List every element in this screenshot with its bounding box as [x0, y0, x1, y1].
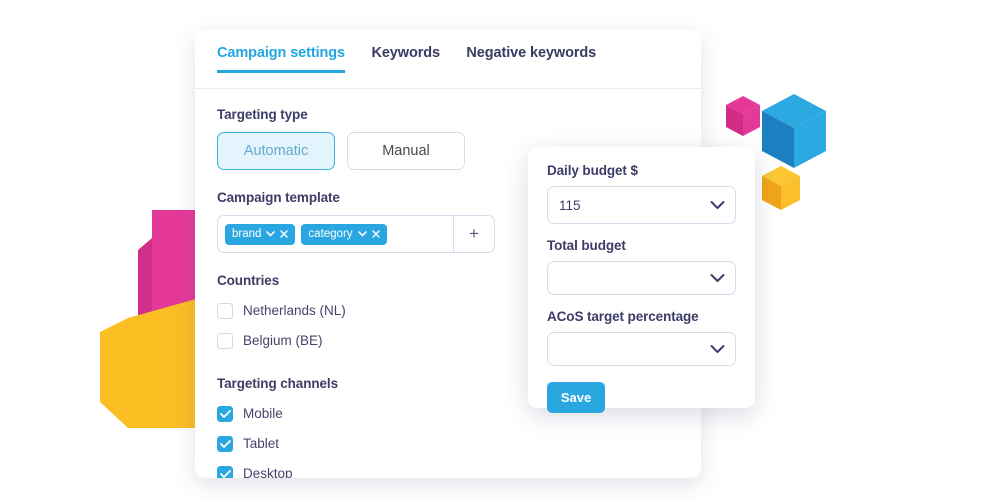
add-template-button[interactable]: + [453, 216, 494, 252]
channel-label-desktop: Desktop [243, 466, 293, 478]
country-label-netherlands: Netherlands (NL) [243, 303, 346, 318]
channel-checkbox-desktop[interactable]: Desktop [217, 461, 679, 478]
tab-keywords[interactable]: Keywords [371, 45, 440, 73]
daily-budget-select[interactable]: 115 [547, 186, 736, 224]
total-budget-select[interactable] [547, 261, 736, 295]
targeting-type-manual-button[interactable]: Manual [347, 132, 465, 170]
screenshot-canvas: Campaign settings Keywords Negative keyw… [0, 0, 1000, 500]
daily-budget-label: Daily budget $ [547, 163, 638, 178]
close-icon[interactable] [280, 230, 289, 238]
channel-checkbox-tablet[interactable]: Tablet [217, 431, 679, 456]
checkbox-unchecked-icon[interactable] [217, 302, 233, 319]
tab-negative-keywords[interactable]: Negative keywords [466, 45, 596, 73]
country-label-belgium: Belgium (BE) [243, 333, 323, 348]
chevron-down-icon[interactable] [710, 345, 725, 354]
chevron-down-icon[interactable] [357, 231, 367, 237]
budget-panel: Daily budget $ 115 Total budget ACoS tar… [528, 147, 755, 413]
campaign-template-field[interactable]: brand category + [217, 215, 495, 253]
campaign-template-tag-list: brand category [218, 216, 453, 252]
tab-campaign-settings[interactable]: Campaign settings [217, 45, 345, 73]
close-icon[interactable] [371, 230, 380, 238]
chevron-down-icon[interactable] [266, 231, 276, 237]
acos-target-label: ACoS target percentage [547, 309, 699, 324]
blue-cube-decoration [762, 94, 826, 168]
checkbox-checked-icon[interactable] [217, 465, 233, 478]
channel-label-tablet: Tablet [243, 436, 280, 451]
channel-label-mobile: Mobile [243, 406, 283, 421]
yellow-cube-decoration [762, 166, 800, 210]
total-budget-label: Total budget [547, 238, 626, 253]
checkbox-unchecked-icon[interactable] [217, 332, 233, 349]
template-tag-brand[interactable]: brand [225, 223, 296, 245]
template-tag-category[interactable]: category [301, 223, 387, 245]
template-tag-category-label: category [308, 228, 353, 240]
daily-budget-value: 115 [559, 197, 581, 213]
pink-cube-decoration [726, 96, 760, 136]
checkbox-checked-icon[interactable] [217, 435, 233, 452]
targeting-type-label: Targeting type [217, 107, 308, 122]
acos-target-select[interactable] [547, 332, 736, 366]
targeting-type-automatic-button[interactable]: Automatic [217, 132, 335, 170]
chevron-down-icon[interactable] [710, 274, 725, 283]
chevron-down-icon[interactable] [710, 201, 725, 210]
save-button[interactable]: Save [547, 382, 605, 413]
checkbox-checked-icon[interactable] [217, 405, 233, 422]
tab-bar: Campaign settings Keywords Negative keyw… [195, 30, 701, 89]
template-tag-brand-label: brand [232, 228, 262, 240]
